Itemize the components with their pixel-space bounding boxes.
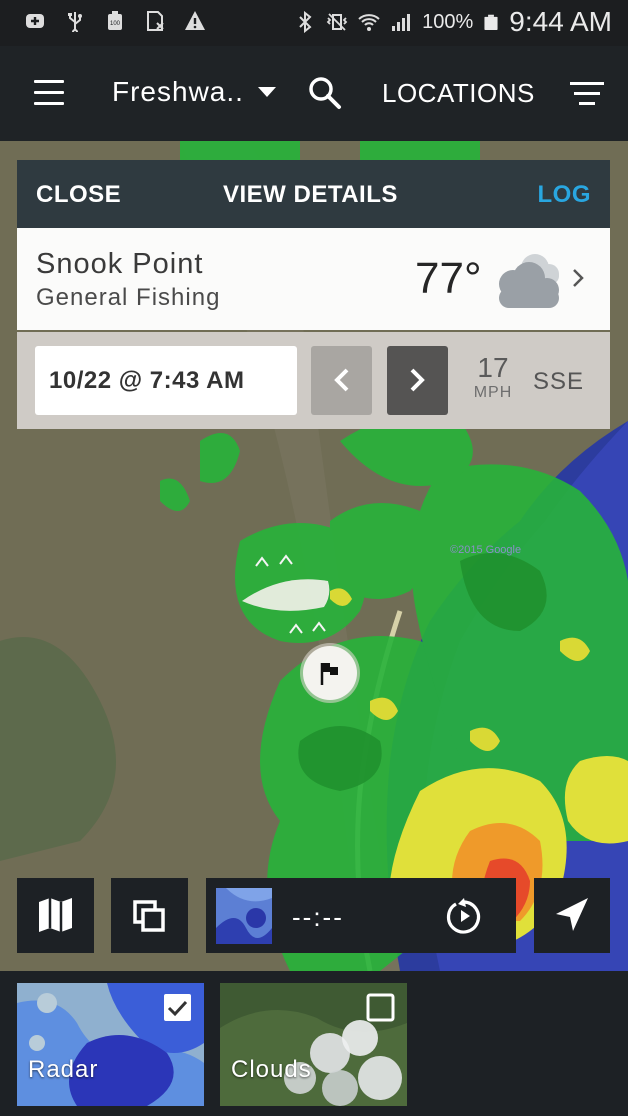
bluetooth-icon bbox=[299, 11, 312, 33]
status-left-icons: 100 bbox=[24, 10, 206, 32]
status-clock: 9:44 AM bbox=[509, 6, 612, 37]
forecast-row: 10/22 @ 7:43 AM 17 MPH SSE bbox=[17, 332, 610, 429]
search-icon[interactable] bbox=[308, 76, 342, 110]
wind-speed: 17 MPH bbox=[467, 352, 519, 402]
my-location-button[interactable] bbox=[534, 878, 610, 953]
next-time-button[interactable] bbox=[387, 346, 448, 415]
battery-icon bbox=[484, 14, 498, 30]
checkbox-unchecked-icon[interactable] bbox=[366, 993, 395, 1022]
clouds-layer-tile[interactable]: Clouds bbox=[220, 983, 407, 1106]
date-time-selector[interactable]: 10/22 @ 7:43 AM bbox=[35, 346, 297, 415]
close-button[interactable]: CLOSE bbox=[36, 181, 121, 209]
location-type: General Fishing bbox=[36, 284, 221, 311]
wind-direction: SSE bbox=[533, 368, 585, 395]
warning-icon bbox=[185, 11, 205, 30]
signal-icon bbox=[392, 14, 411, 31]
plus-badge-icon bbox=[26, 14, 44, 28]
battery-badge-text: 100 bbox=[110, 21, 121, 27]
clouds-layer-label: Clouds bbox=[231, 1056, 312, 1083]
vibrate-off-icon bbox=[326, 13, 348, 31]
location-summary[interactable]: Snook Point General Fishing 77° bbox=[17, 228, 610, 330]
layers-icon bbox=[133, 900, 165, 932]
playback-time: --:-- bbox=[292, 902, 344, 932]
sim-off-icon bbox=[147, 11, 164, 31]
layer-picker: Radar Clouds bbox=[0, 971, 628, 1116]
chevron-right-icon bbox=[573, 269, 584, 287]
usb-icon bbox=[68, 12, 82, 32]
wind-speed-value: 17 bbox=[477, 352, 509, 383]
caret-down-icon bbox=[257, 87, 276, 97]
battery-percent: 100% bbox=[422, 10, 474, 33]
temperature: 77° bbox=[415, 254, 482, 303]
locations-button[interactable]: LOCATIONS bbox=[382, 78, 535, 109]
radar-thumbnail bbox=[216, 888, 272, 944]
log-button[interactable]: LOG bbox=[538, 181, 592, 209]
chevron-left-icon bbox=[334, 368, 349, 392]
checkbox-checked-icon[interactable] bbox=[163, 993, 192, 1022]
location-flag-icon[interactable] bbox=[298, 641, 362, 705]
radar-layer-label: Radar bbox=[28, 1056, 99, 1083]
wind-speed-unit: MPH bbox=[473, 384, 513, 401]
category-dropdown-label: Freshwa.. bbox=[112, 76, 244, 107]
layers-button[interactable] bbox=[111, 878, 188, 953]
radar-playback: --:-- bbox=[206, 878, 516, 953]
chevron-right-icon bbox=[410, 368, 425, 392]
location-card-header: CLOSE VIEW DETAILS LOG bbox=[17, 160, 610, 228]
navigation-arrow-icon bbox=[556, 898, 588, 931]
view-details-button[interactable]: VIEW DETAILS bbox=[223, 181, 398, 209]
replay-icon[interactable] bbox=[444, 896, 484, 936]
map-type-button[interactable] bbox=[17, 878, 94, 953]
filter-icon[interactable] bbox=[570, 82, 604, 112]
map-icon bbox=[39, 898, 72, 932]
status-bar: 100 100% 9:44 AM bbox=[0, 0, 628, 46]
menu-icon[interactable] bbox=[34, 80, 64, 106]
wifi-icon bbox=[358, 14, 380, 31]
partly-cloudy-icon bbox=[499, 254, 559, 308]
previous-time-button[interactable] bbox=[311, 346, 372, 415]
location-name: Snook Point bbox=[36, 248, 204, 280]
map-watermark: ©2015 Google bbox=[450, 544, 521, 556]
app-bar: Freshwa.. LOCATIONS bbox=[0, 46, 628, 141]
status-right-icons: 100% 9:44 AM bbox=[294, 6, 612, 38]
category-dropdown[interactable]: Freshwa.. bbox=[112, 76, 276, 108]
radar-layer-tile[interactable]: Radar bbox=[17, 983, 204, 1106]
battery-100-icon: 100 bbox=[108, 11, 122, 30]
